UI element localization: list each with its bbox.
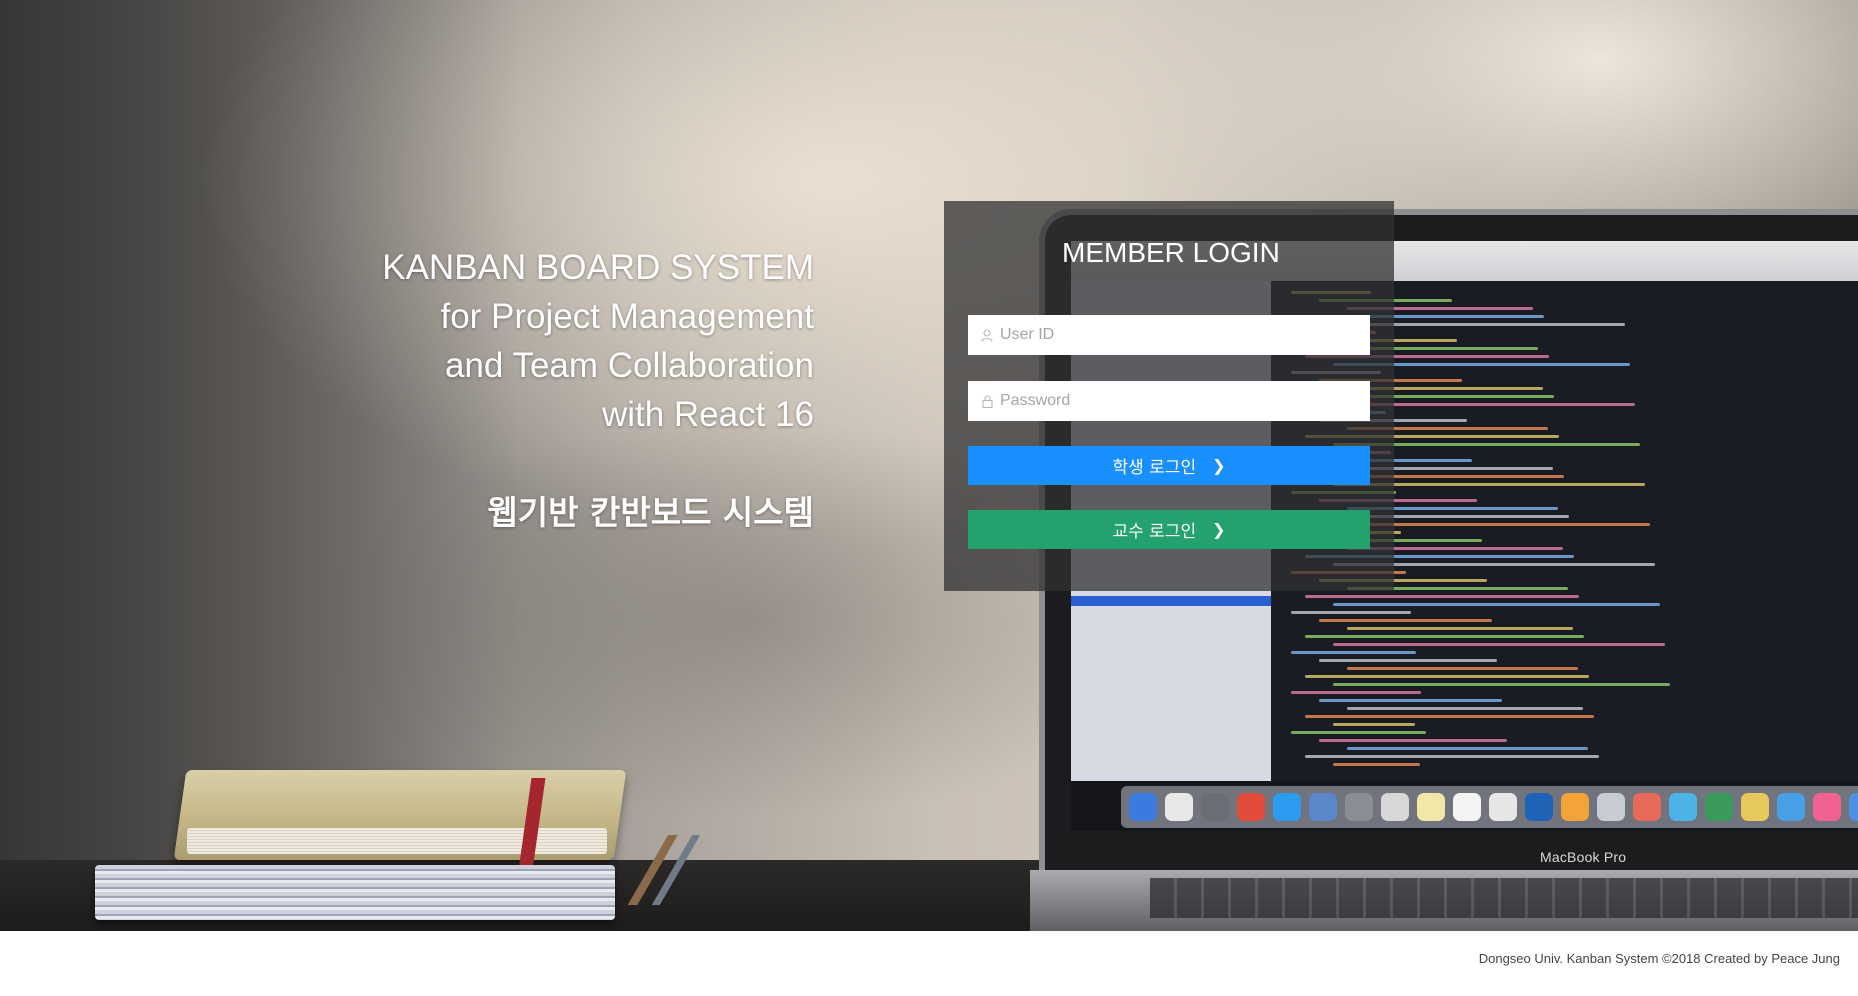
dock-app-icon: [1165, 793, 1193, 821]
dock-app-icon: [1633, 793, 1661, 821]
password-field[interactable]: [968, 381, 1370, 421]
user-id-input[interactable]: [1000, 316, 1360, 354]
hero-background: MacBook Pro KANBAN BOARD SYSTEM for Proj…: [0, 0, 1858, 931]
code-line: [1333, 603, 1660, 606]
student-login-button[interactable]: 학생 로그인 ❯: [968, 446, 1370, 485]
dock-app-icon: [1453, 793, 1481, 821]
code-line: [1319, 659, 1497, 662]
code-line: [1333, 683, 1670, 686]
headline-line-4: with React 16: [601, 395, 814, 434]
headline-line-1: KANBAN BOARD SYSTEM: [382, 248, 814, 287]
books-image: [95, 770, 655, 930]
dock-app-icon: [1201, 793, 1229, 821]
user-id-field[interactable]: [968, 315, 1370, 355]
code-line: [1291, 731, 1426, 734]
dock-app-icon: [1273, 793, 1301, 821]
dock-app-icon: [1309, 793, 1337, 821]
professor-login-button[interactable]: 교수 로그인 ❯: [968, 510, 1370, 549]
dock-app-icon: [1561, 793, 1589, 821]
dock-app-icon: [1777, 793, 1805, 821]
notebook-pages: [187, 828, 607, 854]
code-line: [1347, 627, 1573, 630]
password-input[interactable]: [1000, 382, 1360, 420]
hero-headline: KANBAN BOARD SYSTEM for Project Manageme…: [300, 243, 814, 439]
code-line: [1347, 707, 1583, 710]
code-line: [1333, 723, 1415, 726]
dock-app-icon: [1669, 793, 1697, 821]
footer-credits: Dongseo Univ. Kanban System ©2018 Create…: [1478, 951, 1840, 966]
lock-icon: [980, 394, 994, 408]
code-line: [1347, 747, 1588, 750]
pencils-image: [620, 835, 740, 905]
chevron-right-icon: ❯: [1212, 520, 1226, 539]
login-title: MEMBER LOGIN: [1062, 237, 1280, 268]
code-line: [1333, 763, 1420, 766]
student-login-label: 학생 로그인: [1112, 458, 1197, 478]
book-stack-image: [95, 865, 615, 920]
code-line: [1347, 667, 1578, 670]
dock-app-icon: [1345, 793, 1373, 821]
laptop-keyboard: [1150, 878, 1858, 918]
code-line: [1305, 635, 1584, 638]
footer: Dongseo Univ. Kanban System ©2018 Create…: [0, 931, 1858, 996]
dock-app-icon: [1741, 793, 1769, 821]
code-line: [1319, 739, 1507, 742]
hero-subtitle: 웹기반 칸반보드 시스템: [487, 493, 814, 532]
login-panel: MEMBER LOGIN 학생 로그인 ❯: [944, 201, 1394, 591]
professor-login-label: 교수 로그인: [1112, 522, 1197, 542]
dock-app-icon: [1813, 793, 1841, 821]
user-icon: [980, 328, 994, 342]
chevron-right-icon: ❯: [1212, 456, 1226, 475]
headline-line-3: and Team Collaboration: [444, 346, 814, 385]
code-line: [1319, 619, 1492, 622]
screen-dock: [1121, 786, 1858, 828]
dock-app-icon: [1525, 793, 1553, 821]
code-line: [1291, 651, 1416, 654]
code-line: [1305, 755, 1599, 758]
code-line: [1291, 691, 1421, 694]
laptop-brand-label: MacBook Pro: [1540, 849, 1627, 865]
dock-app-icon: [1705, 793, 1733, 821]
code-line: [1319, 699, 1502, 702]
dock-app-icon: [1417, 793, 1445, 821]
code-line: [1333, 643, 1665, 646]
dock-app-icon: [1489, 793, 1517, 821]
headline-line-2: for Project Management: [440, 297, 814, 336]
dock-app-icon: [1381, 793, 1409, 821]
dock-app-icon: [1597, 793, 1625, 821]
screen-sidebar-selection: [1071, 596, 1271, 606]
code-line: [1305, 595, 1579, 598]
code-line: [1291, 611, 1411, 614]
dock-app-icon: [1849, 793, 1858, 821]
dock-app-icon: [1129, 793, 1157, 821]
code-line: [1305, 675, 1589, 678]
code-line: [1305, 715, 1594, 718]
dock-app-icon: [1237, 793, 1265, 821]
